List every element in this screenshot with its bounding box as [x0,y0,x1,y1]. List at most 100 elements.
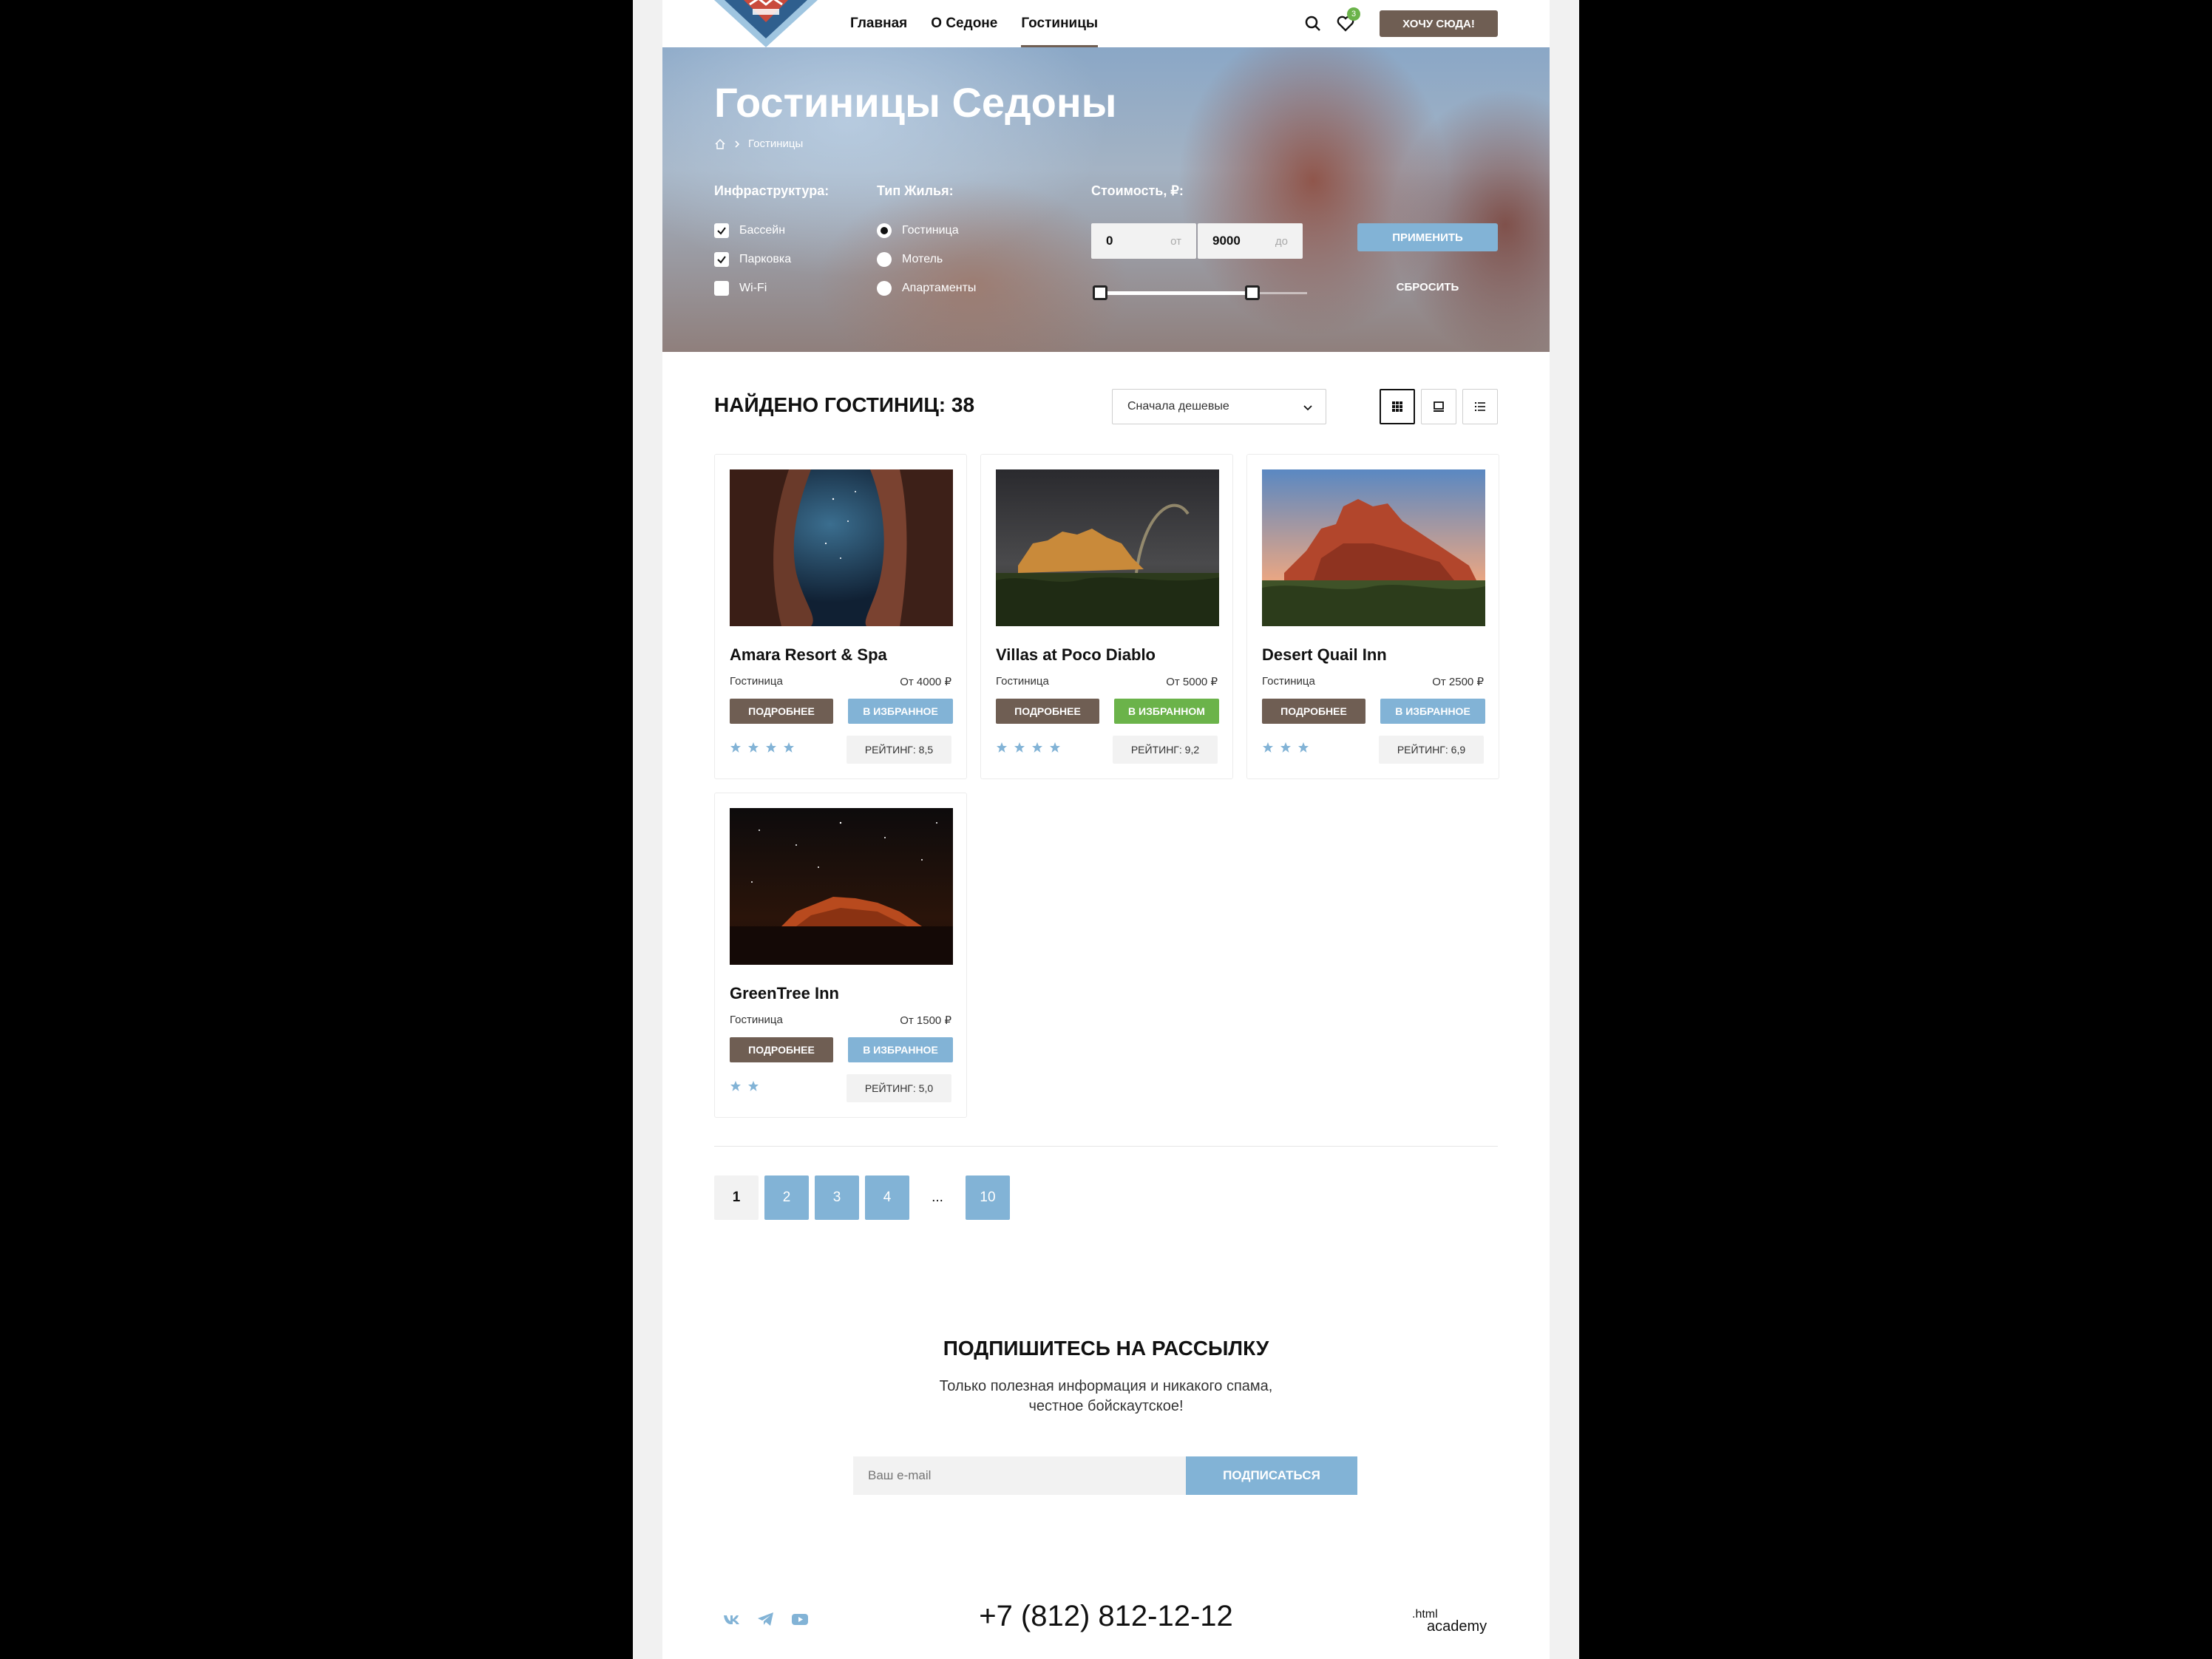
subscribe-text: Только полезная информация и никакого сп… [921,1377,1291,1417]
card-icon [1434,401,1444,412]
subscribe-text-line: Только полезная информация и никакого сп… [939,1378,1273,1394]
radio-circle[interactable] [877,223,892,238]
rating-badge: РЕЙТИНГ: 6,9 [1379,736,1484,764]
price-from-value: 0 [1106,234,1113,248]
radio-apartments[interactable]: Апартаменты [877,281,976,296]
home-icon[interactable] [714,138,726,150]
housing-type-title: Тип Жилья: [877,183,954,198]
star-rating [1262,742,1309,753]
radio-hotel[interactable]: Гостиница [877,223,959,238]
details-button[interactable]: ПОДРОБНЕЕ [996,699,1099,724]
breadcrumb: Гостиницы [714,138,803,150]
search-icon[interactable] [1303,13,1323,34]
subscribe-button[interactable]: ПОДПИСАТЬСЯ [1186,1456,1357,1495]
page-10[interactable]: 10 [966,1175,1010,1220]
page-4[interactable]: 4 [865,1175,909,1220]
checkbox-parking[interactable]: Парковка [714,252,791,267]
price-title: Стоимость, ₽: [1091,183,1184,198]
price-slider-min-handle[interactable] [1093,285,1107,300]
hotel-card: Desert Quail Inn Гостиница От 2500 ₽ ПОД… [1246,454,1499,779]
star-icon [1280,742,1291,753]
price-from-input[interactable]: 0 от [1091,223,1196,259]
hotel-type: Гостиница [730,675,783,688]
hotel-name: Amara Resort & Spa [730,645,887,664]
pagination: 1 2 3 4 ... 10 [714,1175,1010,1220]
price-to-value: 9000 [1212,234,1241,248]
add-favorite-button[interactable]: В ИЗБРАННОЕ [848,1037,953,1062]
view-list-button[interactable] [1462,389,1498,424]
page-1[interactable]: 1 [714,1175,759,1220]
results-count: НАЙДЕНО ГОСТИНИЦ: 38 [714,393,975,416]
grid-icon [1392,401,1402,412]
star-rating [996,742,1061,753]
price-to-unit: до [1275,235,1288,248]
chevron-right-icon [735,140,740,148]
radio-label: Апартаменты [902,282,977,294]
sort-value: Сначала дешевые [1127,400,1229,413]
chevron-down-icon [1303,405,1312,411]
checkbox-pool[interactable]: Бассейн [714,223,785,238]
nav-about[interactable]: О Седоне [931,0,997,47]
html-academy-logo[interactable]: .html academy [1412,1606,1501,1635]
add-favorite-button[interactable]: В ИЗБРАННОЕ [848,699,953,724]
breadcrumb-current: Гостиницы [748,138,804,150]
checkbox-wifi[interactable]: Wi-Fi [714,281,767,296]
radio-circle[interactable] [877,252,892,267]
hotel-price: От 4000 ₽ [900,676,951,688]
rating-badge: РЕЙТИНГ: 9,2 [1113,736,1218,764]
checkbox-box[interactable] [714,223,729,238]
price-slider-range [1096,291,1248,295]
star-icon [766,742,776,753]
checkbox-label: Wi-Fi [739,282,767,294]
checkbox-box[interactable] [714,281,729,296]
hotel-name: Desert Quail Inn [1262,645,1387,664]
subscribe-title: ПОДПИШИТЕСЬ НА РАССЫЛКУ [943,1337,1269,1360]
hotel-photo-night-rock[interactable] [730,808,953,965]
radio-label: Мотель [902,253,943,265]
checkbox-label: Парковка [739,253,792,265]
hotel-name: Villas at Poco Diablo [996,645,1156,664]
main-nav: Главная О Седоне Гостиницы [850,0,1099,47]
checkmark-icon [717,227,726,235]
star-icon [748,742,759,753]
price-slider-max-handle[interactable] [1245,285,1260,300]
details-button[interactable]: ПОДРОБНЕЕ [730,1037,833,1062]
site-header: Главная О Седоне Гостиницы 3 ХОЧУ СЮДА! [662,0,1550,47]
star-icon [1032,742,1042,753]
page-3[interactable]: 3 [815,1175,859,1220]
sedona-logo[interactable] [714,0,818,47]
star-icon [784,742,794,753]
email-field[interactable] [853,1456,1186,1495]
favorites-button[interactable]: 3 [1335,7,1360,34]
nav-home[interactable]: Главная [850,0,907,47]
star-icon [1263,742,1273,753]
apply-button[interactable]: ПРИМЕНИТЬ [1357,223,1498,251]
sort-select[interactable]: Сначала дешевые [1112,389,1326,424]
view-card-button[interactable] [1421,389,1456,424]
page-2[interactable]: 2 [764,1175,809,1220]
radio-motel[interactable]: Мотель [877,252,943,267]
hotel-type: Гостиница [1262,675,1315,688]
details-button[interactable]: ПОДРОБНЕЕ [730,699,833,724]
details-button[interactable]: ПОДРОБНЕЕ [1262,699,1365,724]
reset-button[interactable]: СБРОСИТЬ [1357,272,1498,302]
hotel-photo-rainbow-mesa[interactable] [996,469,1219,626]
nav-hotels[interactable]: Гостиницы [1021,0,1099,47]
in-favorites-button[interactable]: В ИЗБРАННОМ [1114,699,1219,724]
want-here-button[interactable]: ХОЧУ СЮДА! [1380,10,1498,37]
divider [714,1146,1498,1147]
hotel-photo-red-rock[interactable] [1262,469,1485,626]
radio-circle[interactable] [877,281,892,296]
star-icon [1298,742,1309,753]
page-ellipsis: ... [932,1190,943,1205]
star-rating [730,742,795,753]
hero-filters: Гостиницы Седоны Гостиницы Инфраструктур… [662,47,1550,352]
radio-label: Гостиница [902,224,959,237]
hotel-price: От 1500 ₽ [900,1014,951,1027]
add-favorite-button[interactable]: В ИЗБРАННОЕ [1380,699,1485,724]
hotel-photo-cave-night[interactable] [730,469,953,626]
checkbox-box[interactable] [714,252,729,267]
view-grid-button[interactable] [1380,389,1415,424]
list-icon [1475,402,1485,411]
price-to-input[interactable]: 9000 до [1198,223,1303,259]
